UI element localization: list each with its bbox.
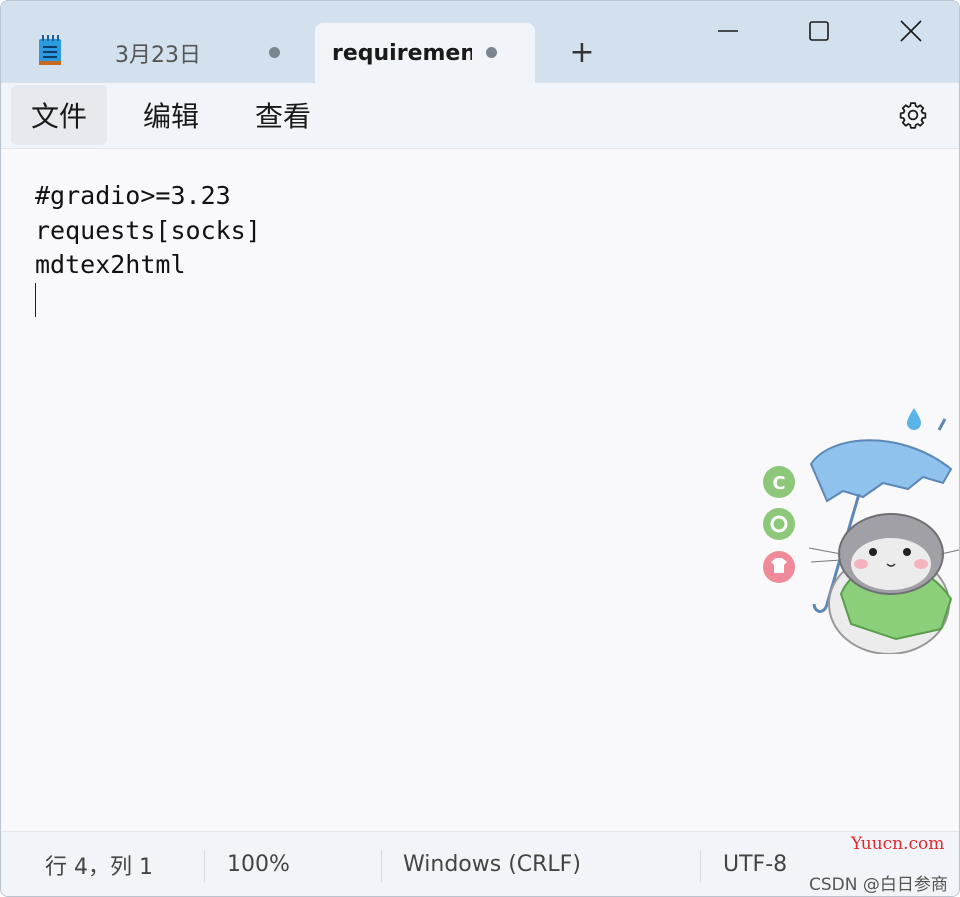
settings-button[interactable] (891, 95, 935, 135)
maximize-icon (809, 21, 829, 41)
text-line: mdtex2html (35, 250, 186, 279)
hamster-umbrella-sticker: C (763, 408, 959, 654)
text-line: requests[socks] (35, 216, 261, 245)
title-bar: 3月23日 requiremen + (1, 1, 959, 83)
line-ending[interactable]: Windows (CRLF) (403, 832, 581, 896)
menu-edit[interactable]: 编辑 (123, 85, 219, 145)
plus-icon: + (569, 35, 595, 70)
notepad-icon (39, 35, 61, 65)
menu-file[interactable]: 文件 (11, 85, 107, 145)
maximize-button[interactable] (796, 11, 842, 51)
status-bar: 行 4，列 1 100% Windows (CRLF) UTF-8 Yuucn.… (1, 831, 959, 896)
text-caret (35, 283, 36, 317)
svg-text:C: C (772, 473, 785, 494)
notepad-window: 3月23日 requiremen + 文件 编辑 查看 #gradio>=3.2… (0, 0, 960, 897)
minimize-icon (718, 30, 738, 32)
divider (204, 850, 205, 882)
unsaved-dot-icon[interactable] (269, 47, 280, 58)
unsaved-dot-icon[interactable] (486, 47, 497, 58)
encoding[interactable]: UTF-8 (723, 832, 787, 896)
close-icon (900, 20, 922, 42)
text-line: #gradio>=3.23 (35, 181, 231, 210)
cursor-position[interactable]: 行 4，列 1 (45, 832, 153, 896)
zoom-level[interactable]: 100% (227, 832, 290, 896)
divider (700, 850, 701, 882)
menu-view[interactable]: 查看 (235, 85, 331, 145)
watermark-site: Yuucn.com (851, 834, 945, 854)
menu-bar: 文件 编辑 查看 (1, 83, 959, 149)
tab-label: 3月23日 (115, 43, 201, 68)
tab-3-23[interactable]: 3月23日 (85, 23, 311, 83)
minimize-button[interactable] (705, 11, 751, 51)
text-editor[interactable]: #gradio>=3.23 requests[socks] mdtex2html… (1, 149, 959, 831)
gear-icon (899, 102, 927, 129)
tab-label: requiremen (332, 40, 472, 66)
close-button[interactable] (888, 11, 934, 51)
new-tab-button[interactable]: + (566, 37, 598, 69)
divider (381, 850, 382, 882)
watermark-author: CSDN @白日参商 (809, 875, 948, 895)
tab-requirements[interactable]: requiremen (315, 23, 535, 83)
